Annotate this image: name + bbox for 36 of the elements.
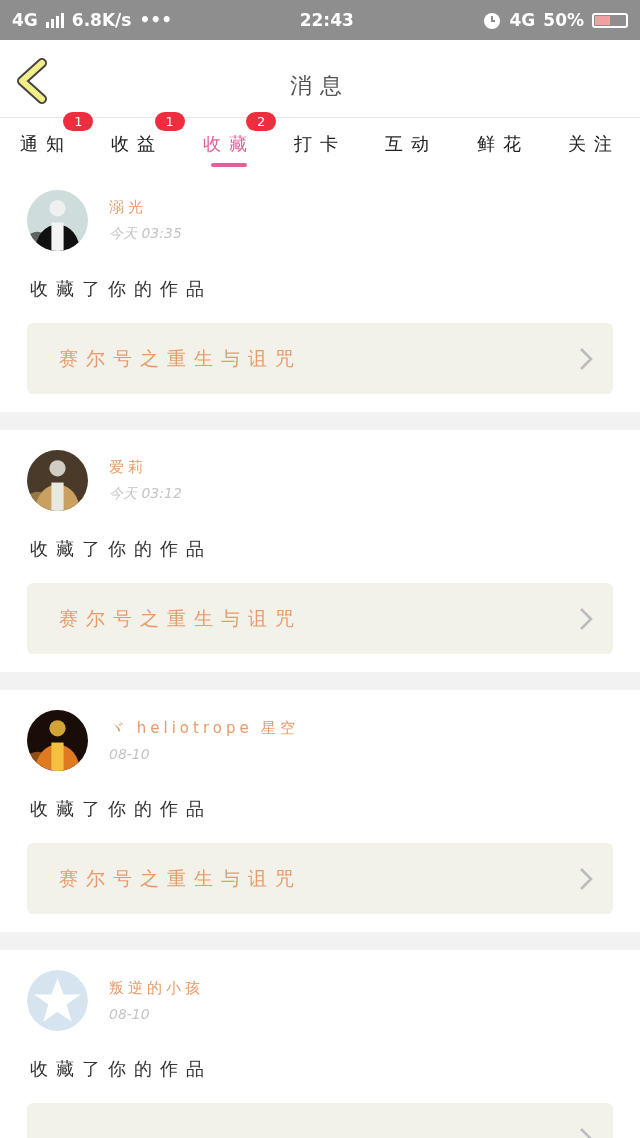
- back-icon[interactable]: [16, 58, 48, 104]
- tab[interactable]: 关注: [548, 118, 640, 170]
- work-link[interactable]: 赛尔号之重生与诅咒: [27, 843, 613, 914]
- message-text: 收藏了你的作品: [30, 1057, 213, 1081]
- chevron-right-icon: [579, 866, 593, 891]
- message-time: 08-10: [109, 746, 151, 762]
- user-name[interactable]: 叛逆的小孩: [109, 979, 204, 998]
- user-name[interactable]: 溺光: [109, 198, 182, 217]
- user-name[interactable]: 爱莉: [109, 458, 182, 477]
- message-time: 今天 03:35: [109, 225, 182, 243]
- message-text: 收藏了你的作品: [30, 277, 213, 301]
- alarm-clock-icon: [481, 10, 502, 30]
- tab[interactable]: 互动: [365, 118, 458, 170]
- page-title: 消息: [290, 71, 350, 100]
- count-badge: 1: [154, 112, 185, 131]
- signal-icon: [45, 12, 64, 28]
- message-text: 收藏了你的作品: [30, 797, 213, 821]
- more-label: •••: [139, 10, 173, 30]
- count-badge: 1: [63, 112, 94, 131]
- network-label: 4G: [12, 10, 38, 30]
- network-label: 4G: [509, 10, 536, 30]
- chevron-right-icon: [579, 606, 593, 631]
- work-link[interactable]: 赛尔号之重生与诅咒: [27, 583, 613, 654]
- user-name[interactable]: ヾ heliotrope 星空: [109, 719, 300, 738]
- message-text: 收藏了你的作品: [30, 537, 213, 561]
- clock-time: 22:43: [299, 10, 354, 30]
- message-time: 今天 03:12: [109, 485, 182, 503]
- tab[interactable]: 鲜花: [457, 118, 549, 170]
- message-time: 08-10: [109, 1006, 151, 1022]
- tab[interactable]: 打卡: [274, 118, 366, 170]
- work-link[interactable]: 赛尔号之重生与诅咒: [27, 323, 613, 394]
- battery-percent: 50%: [543, 10, 584, 30]
- chevron-right-icon: [579, 346, 593, 371]
- battery-icon: [592, 12, 628, 28]
- speed-label: 6.8K/s: [71, 10, 132, 30]
- count-badge: 2: [246, 112, 277, 131]
